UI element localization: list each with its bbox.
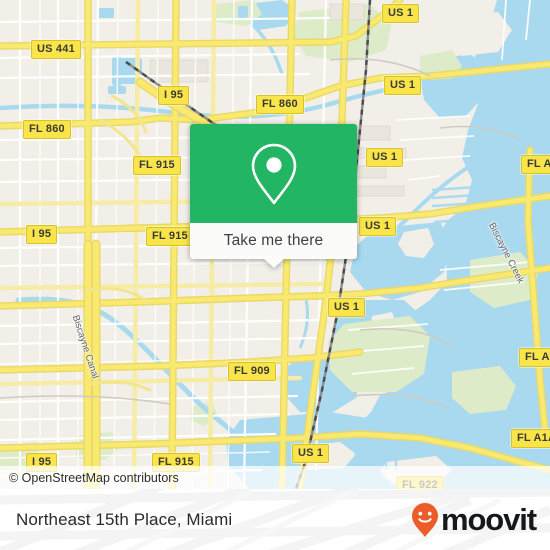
road-shield: US 1	[384, 76, 422, 95]
openstreetmap-attribution[interactable]: © OpenStreetMap contributors	[0, 471, 179, 485]
road-shield: FL A1A	[511, 429, 550, 448]
road-shield: US 1	[328, 298, 366, 317]
location-pin-icon	[251, 143, 296, 204]
road-shield: US 441	[31, 40, 81, 59]
road-shield: FL A1A	[521, 155, 550, 174]
road-shield: US 1	[366, 148, 404, 167]
location-callout[interactable]: Take me there	[190, 124, 357, 268]
road-shield: US 1	[292, 444, 330, 463]
road-shield: I 95	[26, 225, 58, 244]
road-shield: I 95	[158, 86, 190, 105]
moovit-smile-pin-icon	[411, 502, 438, 537]
road-shield: FL 860	[256, 95, 304, 114]
callout-action-panel[interactable]: Take me there	[190, 223, 357, 268]
map-attribution-bar: © OpenStreetMap contributors	[0, 466, 550, 489]
map-canvas[interactable]: US 441 I 95 FL 860 US 1 US 1 FL 860 FL 915 US 1…	[0, 0, 550, 489]
take-me-there-label: Take me there	[223, 232, 324, 249]
moovit-logo[interactable]: moovit	[410, 502, 537, 538]
road-shield: US 1	[382, 4, 420, 23]
moovit-map-screen: US 441 I 95 FL 860 US 1 US 1 FL 860 FL 915 US 1…	[0, 0, 550, 550]
footer-bar: Northeast 15th Place, Miami moovit	[0, 489, 550, 550]
location-title: Northeast 15th Place, Miami	[16, 509, 233, 529]
road-shield: US 1	[359, 217, 397, 236]
road-shield: FL 915	[133, 156, 181, 175]
callout-tail	[263, 259, 284, 268]
road-shield: FL 915	[146, 227, 194, 246]
road-shield: FL A1A	[519, 348, 550, 367]
road-shield: FL 860	[23, 120, 71, 139]
moovit-wordmark: moovit	[440, 502, 537, 537]
road-shield: FL 909	[228, 362, 276, 381]
callout-image-panel	[190, 124, 357, 223]
